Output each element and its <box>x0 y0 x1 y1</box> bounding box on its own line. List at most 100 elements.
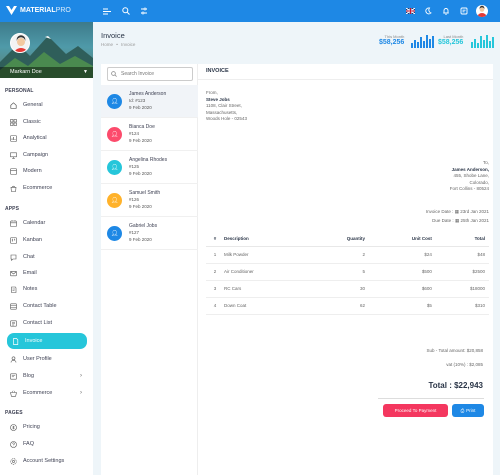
column-header: Total <box>435 232 489 247</box>
chat-icon <box>9 253 18 262</box>
nav-contact-table[interactable]: Contact Table <box>5 299 88 313</box>
nav-campaign[interactable]: Campaign <box>5 148 88 162</box>
table-icon <box>9 302 18 311</box>
stat-value: $58,256 <box>438 39 464 46</box>
nav-label: Ecommerce <box>23 185 53 191</box>
search-icon[interactable] <box>120 5 132 17</box>
cell-unit-cost: $24 <box>369 246 436 264</box>
cell-number: 3 <box>206 280 224 298</box>
nav-invoice[interactable]: Invoice <box>7 333 87 349</box>
invoice-client-name: Gabriel Jobs <box>129 223 158 229</box>
cell-unit-cost: $5 <box>369 297 436 315</box>
menu-icon[interactable] <box>101 5 113 17</box>
flag-uk-icon[interactable] <box>404 5 416 17</box>
nav-email[interactable]: Email <box>5 266 88 280</box>
nav-blog[interactable]: Blog › <box>5 369 88 383</box>
basket-icon <box>9 389 18 398</box>
stat-last-month: Last Month $58,256 <box>438 34 463 46</box>
nav-label: Classic <box>23 119 41 125</box>
nav-pricing[interactable]: Pricing <box>5 420 88 434</box>
message-icon[interactable] <box>458 5 470 17</box>
cell-description: Down Coat <box>224 297 307 315</box>
presentation-icon <box>9 151 18 160</box>
from-address: From, Steve Jobs 1108, Clair Street, Mas… <box>206 90 247 123</box>
print-button[interactable]: ⎙ Print <box>452 404 484 417</box>
from-address-line: Woods Hole - 02543 <box>206 116 247 121</box>
grid-icon <box>9 118 18 127</box>
nav-label: Analytical <box>23 135 47 141</box>
nav-ecommerce-dashboard[interactable]: Ecommerce <box>5 181 88 195</box>
user-icon: 👤︎ <box>107 94 122 109</box>
nav-label: User Profile <box>23 356 52 362</box>
invoice-id: #126 <box>129 197 140 202</box>
invoice-list-item[interactable]: 👤︎ Samuel Smith #126 9 Feb 2020 <box>101 184 198 217</box>
nav-analytical[interactable]: Analytical <box>5 131 88 145</box>
due-date-row: Due Date : ▦ 25th Jan 2021 <box>426 218 489 225</box>
page-title: Invoice <box>101 31 125 40</box>
caret-down-icon: ▼ <box>83 69 88 75</box>
invoice-list-item[interactable]: 👤︎ Bianca Doe #124 9 Feb 2020 <box>101 118 198 151</box>
chart-icon <box>9 134 18 143</box>
invoice-date: 9 Feb 2020 <box>129 204 152 209</box>
search-input[interactable] <box>121 71 191 77</box>
cell-quantity: 2 <box>306 246 370 264</box>
nav-faq[interactable]: FAQ <box>5 437 88 451</box>
subtotal: Sub - Total amount: $20,858 <box>426 348 483 353</box>
invoice-detail: INVOICE From, Steve Jobs 1108, Clair Str… <box>198 64 493 475</box>
profile-name-bar[interactable]: Markarn Doe ▼ <box>0 67 93 78</box>
search-box[interactable] <box>107 67 193 81</box>
main-content: Invoice Home • Invoice This Month $58,25… <box>93 22 500 475</box>
invoice-list-item[interactable]: 👤︎ Angelina Rhodes #125 9 Feb 2020 <box>101 151 198 184</box>
table-row: 1 Milk Powder 2 $24 $48 <box>206 246 489 264</box>
from-address-line: 1108, Clair Street, <box>206 103 242 108</box>
invoice-list-item[interactable]: 👤︎ James Anderson Id: #123 9 Feb 2020 <box>101 85 198 118</box>
proceed-to-payment-button[interactable]: Proceed To Payment <box>383 404 448 417</box>
blog-icon <box>9 372 18 381</box>
apps-icon[interactable] <box>138 5 150 17</box>
column-header: Description <box>224 232 307 247</box>
nav-ecommerce-app[interactable]: Ecommerce › <box>5 386 88 400</box>
cell-total: $48 <box>435 246 489 264</box>
cell-total: $18000 <box>435 280 489 298</box>
nav-label: Ecommerce <box>23 390 53 396</box>
nav-modern[interactable]: Modern <box>5 164 88 178</box>
bell-icon[interactable] <box>440 5 452 17</box>
nav-contact-list[interactable]: Contact List <box>5 316 88 330</box>
table-header-row: # Description Quantity Unit Cost Total <box>206 232 489 247</box>
section-personal: PERSONAL <box>5 88 34 94</box>
cell-total: $310 <box>435 297 489 315</box>
invoice-date-label: Invoice Date : <box>425 209 454 214</box>
section-apps: APPS <box>5 206 20 212</box>
table-row: 4 Down Coat 62 $5 $310 <box>206 297 489 315</box>
logo-icon <box>6 6 17 15</box>
nav-account-settings[interactable]: Account Settings <box>5 454 88 468</box>
user-avatar-icon[interactable] <box>476 5 488 17</box>
user-icon: 👤︎ <box>107 226 122 241</box>
nav-calendar[interactable]: Calendar <box>5 216 88 230</box>
invoice-client-name: James Anderson <box>129 91 167 97</box>
search-icon <box>111 71 117 77</box>
nav-chat[interactable]: Chat <box>5 250 88 264</box>
invoice-date: 9 Feb 2020 <box>129 171 152 176</box>
breadcrumb-home[interactable]: Home <box>101 42 113 47</box>
nav-general[interactable]: General <box>5 98 88 112</box>
cell-total: $2500 <box>435 263 489 281</box>
nav-label: Blog <box>23 373 35 379</box>
invoice-id: #124 <box>129 131 140 136</box>
chevron-right-icon: › <box>80 373 82 379</box>
dark-mode-icon[interactable] <box>422 5 434 17</box>
invoice-list-item[interactable]: 👤︎ Gabriel Jobs #127 9 Feb 2020 <box>101 217 198 250</box>
calendar-icon: ▦ <box>454 217 460 223</box>
invoice-date: 9 Feb 2020 <box>129 237 152 242</box>
nav-label: Contact Table <box>23 303 57 309</box>
nav-kanban[interactable]: Kanban <box>5 233 88 247</box>
nav-user-profile[interactable]: User Profile <box>5 352 88 366</box>
cell-description: Air Conditioner <box>224 263 307 281</box>
nav-classic[interactable]: Classic <box>5 115 88 129</box>
profile-avatar[interactable] <box>10 33 30 53</box>
top-bar: MATERIAL PRO <box>0 0 500 22</box>
to-address: To, James Anderson, 455, Shobe Lane, Col… <box>450 160 489 193</box>
nav-notes[interactable]: Notes <box>5 282 88 296</box>
invoice-id: Id: #123 <box>129 98 146 103</box>
brand-logo[interactable]: MATERIAL PRO <box>6 6 71 15</box>
